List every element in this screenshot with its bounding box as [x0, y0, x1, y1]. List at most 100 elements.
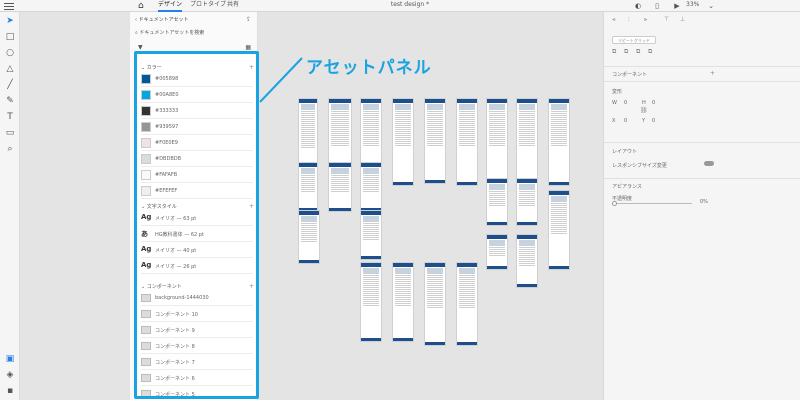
- align-middle-icon[interactable]: ⊥: [680, 16, 685, 23]
- align-right-icon[interactable]: ⫸: [644, 16, 647, 24]
- components-section-header[interactable]: ⌄ コンポーネント +: [141, 283, 254, 290]
- add-char-style-icon[interactable]: +: [249, 203, 254, 210]
- layers-icon[interactable]: ◈: [5, 370, 15, 380]
- add-color-icon[interactable]: +: [249, 64, 254, 71]
- document-title[interactable]: test design *: [370, 0, 450, 10]
- artboard-tool-icon[interactable]: ▭: [5, 128, 15, 138]
- artboard-thumbnail[interactable]: [424, 98, 446, 184]
- component-row[interactable]: コンポーネント 6: [141, 371, 253, 386]
- artboard-thumbnail[interactable]: [516, 178, 538, 226]
- lock-aspect-icon[interactable]: ⛓: [640, 107, 648, 114]
- asset-search-input[interactable]: ⌕ ドキュメントアセットを検索: [135, 28, 251, 38]
- align-center-icon[interactable]: ⫶: [628, 16, 630, 24]
- char-style-row[interactable]: Ag メイリオ — 26 pt: [141, 259, 253, 274]
- artboard-thumbnail[interactable]: [392, 98, 414, 186]
- tab-design[interactable]: デザイン: [158, 0, 183, 12]
- repeat-grid-button[interactable]: リピートグリッド: [612, 36, 656, 44]
- artboard-thumbnail[interactable]: [516, 234, 538, 288]
- grid-view-icon[interactable]: ▦: [245, 44, 251, 51]
- artboard-thumbnail[interactable]: [548, 190, 570, 270]
- width-field[interactable]: 0: [624, 100, 627, 106]
- zoom-level[interactable]: 33%: [686, 0, 699, 10]
- color-asset-row[interactable]: #005898: [141, 72, 253, 87]
- opacity-value[interactable]: 0%: [700, 199, 708, 205]
- boolean-intersect-icon[interactable]: ⧉: [636, 48, 640, 56]
- share-icon[interactable]: ⇪: [246, 16, 251, 23]
- tab-prototype[interactable]: プロトタイプ: [190, 0, 226, 10]
- char-style-row[interactable]: Ag メイリオ — 63 pt: [141, 211, 253, 226]
- align-top-icon[interactable]: ⊤: [664, 16, 669, 23]
- component-label: background-1444030: [155, 295, 209, 301]
- artboard-thumbnail[interactable]: [486, 98, 508, 186]
- user-icon[interactable]: ◐: [633, 1, 643, 11]
- assets-back-link[interactable]: ‹ ドキュメントアセット: [135, 16, 189, 23]
- zoom-tool-icon[interactable]: ⌕: [5, 144, 15, 154]
- color-asset-row[interactable]: #DBDBDB: [141, 152, 253, 167]
- artboard-thumbnail[interactable]: [328, 162, 352, 212]
- component-row[interactable]: コンポーネント 8: [141, 339, 253, 354]
- component-row[interactable]: コンポーネント 9: [141, 323, 253, 338]
- mobile-preview-icon[interactable]: ▯: [652, 1, 662, 11]
- char-style-preview: Ag: [141, 261, 152, 269]
- component-row[interactable]: background-1444030: [141, 291, 253, 306]
- menu-icon[interactable]: [4, 1, 14, 11]
- colors-section-header[interactable]: ⌄ カラー +: [141, 64, 254, 71]
- char-style-row[interactable]: あ HG教科書体 — 62 pt: [141, 227, 253, 242]
- color-asset-row[interactable]: #939597: [141, 120, 253, 135]
- artboard-thumbnail[interactable]: [298, 210, 320, 264]
- select-tool-icon[interactable]: ➤: [5, 16, 15, 26]
- design-canvas[interactable]: [260, 12, 603, 400]
- tab-share[interactable]: 共有: [227, 0, 239, 10]
- color-asset-row[interactable]: #00A8E0: [141, 88, 253, 103]
- char-styles-section-header[interactable]: ⌄ 文字スタイル +: [141, 203, 254, 210]
- artboard-thumbnail[interactable]: [360, 162, 382, 212]
- add-component-icon[interactable]: +: [249, 283, 254, 290]
- artboard-thumbnail[interactable]: [456, 262, 478, 346]
- filter-icon[interactable]: ▼: [138, 44, 143, 51]
- artboard-thumbnail[interactable]: [456, 98, 478, 186]
- ellipse-tool-icon[interactable]: ○: [5, 48, 15, 58]
- home-icon[interactable]: ⌂: [138, 1, 144, 11]
- line-tool-icon[interactable]: ╱: [5, 80, 15, 90]
- artboard-thumbnail[interactable]: [392, 262, 414, 342]
- artboard-thumbnail[interactable]: [516, 98, 538, 184]
- component-row[interactable]: コンポーネント 10: [141, 307, 253, 322]
- boolean-add-icon[interactable]: ⧉: [612, 48, 616, 56]
- color-asset-row[interactable]: #EFEFEF: [141, 184, 253, 199]
- char-style-label: メイリオ — 26 pt: [155, 264, 197, 270]
- divider: [604, 142, 800, 143]
- asset-search-placeholder: ドキュメントアセットを検索: [139, 30, 205, 36]
- polygon-tool-icon[interactable]: △: [5, 64, 15, 74]
- artboard-thumbnail[interactable]: [424, 262, 446, 346]
- align-left-icon[interactable]: ⫷: [612, 16, 615, 24]
- component-row[interactable]: コンポーネント 7: [141, 355, 253, 370]
- assets-panel-icon[interactable]: ▣: [5, 354, 15, 364]
- rectangle-tool-icon[interactable]: □: [5, 32, 15, 42]
- char-style-row[interactable]: Ag メイリオ — 40 pt: [141, 243, 253, 258]
- artboard-thumbnail[interactable]: [486, 234, 508, 270]
- text-tool-icon[interactable]: T: [5, 112, 15, 122]
- artboard-thumbnail[interactable]: [298, 162, 318, 212]
- artboard-thumbnail[interactable]: [548, 98, 570, 186]
- boolean-subtract-icon[interactable]: ⧉: [624, 48, 628, 56]
- y-field[interactable]: 0: [652, 118, 655, 124]
- artboard-thumbnail[interactable]: [486, 178, 508, 226]
- x-field[interactable]: 0: [624, 118, 627, 124]
- color-asset-row[interactable]: #F0E0E9: [141, 136, 253, 151]
- artboard-thumbnail[interactable]: [360, 262, 382, 342]
- add-component-icon[interactable]: +: [710, 70, 715, 77]
- chevron-down-icon[interactable]: ⌄: [706, 1, 716, 11]
- pen-tool-icon[interactable]: ✎: [5, 96, 15, 106]
- component-row[interactable]: コンポーネント 5: [141, 387, 253, 396]
- color-asset-row[interactable]: #FAFAFB: [141, 168, 253, 183]
- height-field[interactable]: 0: [652, 100, 655, 106]
- artboard-thumbnail[interactable]: [360, 210, 382, 260]
- color-asset-row[interactable]: #333333: [141, 104, 253, 119]
- play-icon[interactable]: ▶: [672, 1, 682, 11]
- responsive-resize-toggle[interactable]: [704, 161, 714, 166]
- top-bar: ⌂ デザイン プロトタイプ 共有 test design * ◐ ▯ ▶ 33%…: [0, 0, 800, 12]
- plugins-icon[interactable]: ▪: [5, 386, 15, 396]
- opacity-slider[interactable]: [612, 203, 692, 204]
- opacity-slider-handle[interactable]: [612, 201, 617, 206]
- boolean-exclude-icon[interactable]: ⧉: [648, 48, 652, 56]
